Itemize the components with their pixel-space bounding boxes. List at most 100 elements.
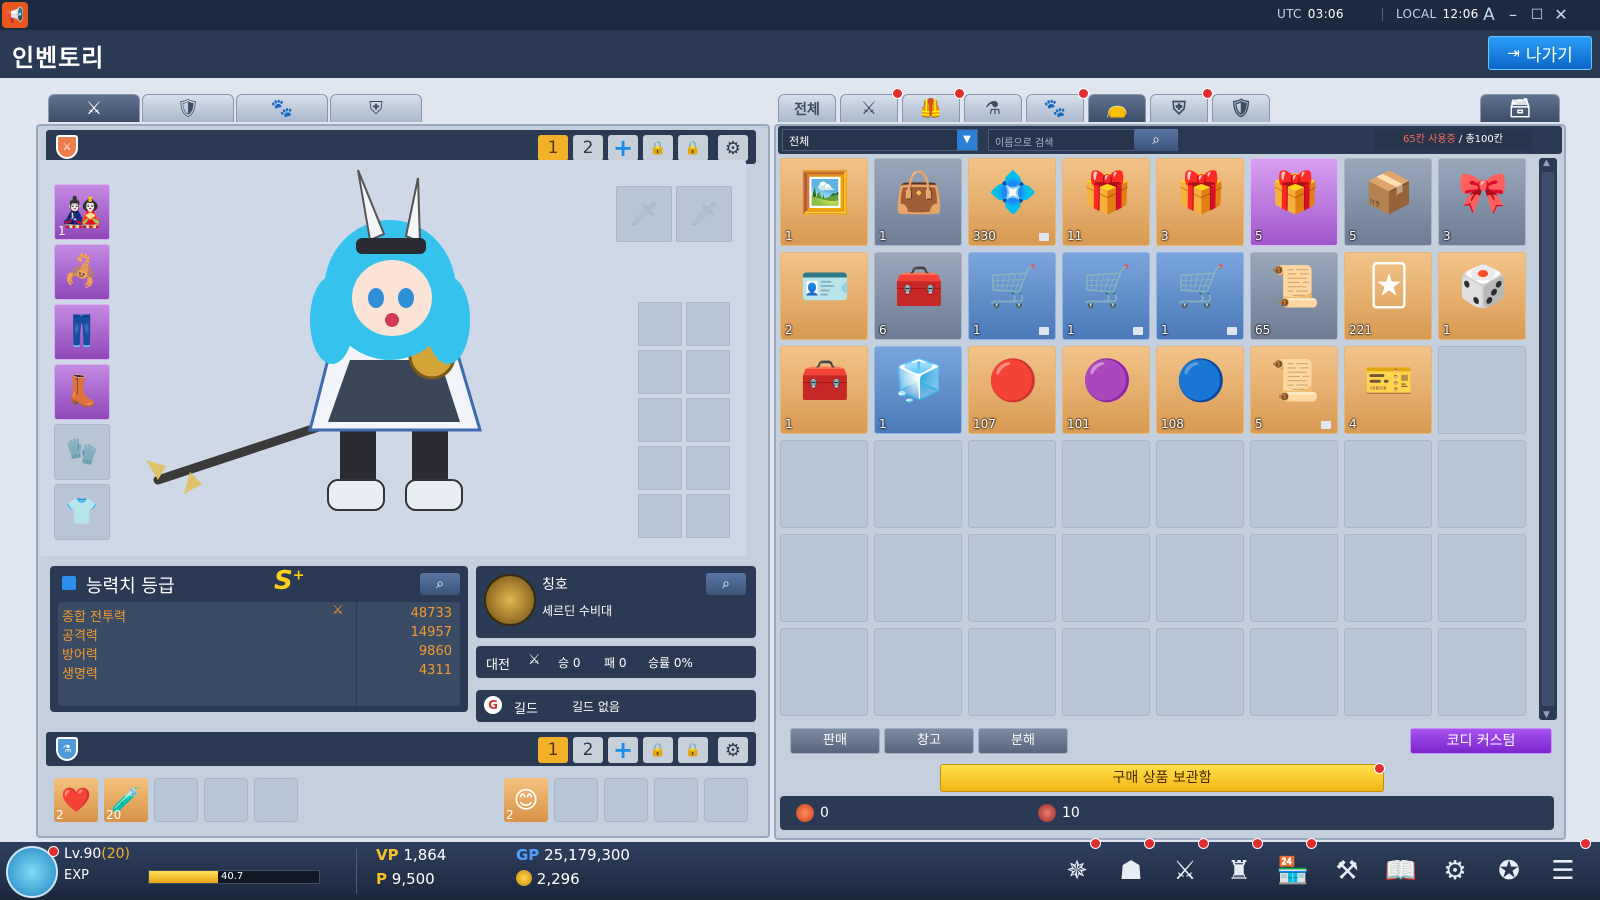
inventory-item[interactable]: 🎫 4: [1344, 346, 1432, 434]
empty-inventory-slot[interactable]: [1438, 440, 1526, 528]
equip-slot-shoes[interactable]: 👢: [54, 364, 110, 420]
scroll-up-icon[interactable]: ▲: [1543, 158, 1550, 168]
quest-book-icon[interactable]: 📖: [1378, 848, 1424, 894]
tab-inv-armor[interactable]: 🦺: [902, 94, 960, 122]
empty-inventory-slot[interactable]: [1156, 534, 1244, 622]
close-button[interactable]: ✕: [1550, 4, 1572, 26]
preset-1-button[interactable]: 1: [538, 135, 568, 161]
accessory-slot[interactable]: [686, 350, 730, 394]
equip-slot-gloves[interactable]: 🧤: [54, 424, 110, 480]
empty-inventory-slot[interactable]: [1344, 440, 1432, 528]
accessory-slot[interactable]: [638, 446, 682, 490]
maximize-button[interactable]: ☐: [1526, 4, 1548, 26]
character-icon[interactable]: ☗: [1108, 848, 1154, 894]
inventory-item[interactable]: 🔴 107: [968, 346, 1056, 434]
tab-inv-potion[interactable]: ⚗: [964, 94, 1022, 122]
inventory-item[interactable]: 🧰 1: [780, 346, 868, 434]
accessory-slot[interactable]: [638, 494, 682, 538]
weapon-slot[interactable]: 🗡: [616, 186, 672, 242]
inventory-item[interactable]: 🎁 11: [1062, 158, 1150, 246]
tab-inv-equipment[interactable]: ⚔: [840, 94, 898, 122]
inventory-item[interactable]: 🛒 1: [1062, 252, 1150, 340]
hammer-icon[interactable]: ⚒: [1324, 848, 1370, 894]
settings-gear-icon[interactable]: ⚙: [1432, 848, 1478, 894]
inventory-item[interactable]: 🎁 5: [1250, 158, 1338, 246]
tab-storage[interactable]: 🗃: [1480, 94, 1560, 122]
accessory-slot[interactable]: [638, 398, 682, 442]
tab-inv-pet-armor[interactable]: 🛡: [1212, 94, 1270, 122]
quickslot[interactable]: ❤️ 2: [54, 778, 98, 822]
emote-slot[interactable]: [604, 778, 648, 822]
quickslot[interactable]: 🧪 20: [104, 778, 148, 822]
locked-preset-button[interactable]: 🔒: [678, 737, 708, 763]
empty-inventory-slot[interactable]: [1438, 628, 1526, 716]
empty-inventory-slot[interactable]: [1156, 440, 1244, 528]
equip-slot-bottom[interactable]: 👖: [54, 304, 110, 360]
inventory-item[interactable]: 🧊 1: [874, 346, 962, 434]
empty-inventory-slot[interactable]: [1250, 628, 1338, 716]
locked-preset-button[interactable]: 🔒: [678, 135, 708, 161]
inventory-item[interactable]: 🎁 3: [1156, 158, 1244, 246]
inventory-item[interactable]: 🃏 221: [1344, 252, 1432, 340]
scroll-down-icon[interactable]: ▼: [1543, 710, 1550, 720]
skill-icon[interactable]: ⚔: [1162, 848, 1208, 894]
quickslot[interactable]: [254, 778, 298, 822]
accessory-slot[interactable]: [686, 398, 730, 442]
menu-icon[interactable]: ☰: [1540, 848, 1586, 894]
disassemble-button[interactable]: 분해: [978, 728, 1068, 754]
inventory-item[interactable]: 🖼️ 1: [780, 158, 868, 246]
exit-button[interactable]: ⇥ 나가기: [1488, 36, 1592, 70]
empty-inventory-slot[interactable]: [1156, 628, 1244, 716]
empty-inventory-slot[interactable]: [968, 534, 1056, 622]
tab-inv-pet[interactable]: 🐾: [1026, 94, 1084, 122]
quickslot[interactable]: [154, 778, 198, 822]
inventory-item[interactable]: 🔵 108: [1156, 346, 1244, 434]
empty-inventory-slot[interactable]: [874, 440, 962, 528]
inventory-item[interactable]: 📜 65: [1250, 252, 1338, 340]
inventory-item[interactable]: 🎲 1: [1438, 252, 1526, 340]
empty-inventory-slot[interactable]: [968, 440, 1056, 528]
purchase-storage-button[interactable]: 구매 상품 보관함: [940, 764, 1384, 792]
sell-button[interactable]: 판매: [790, 728, 880, 754]
accessory-slot[interactable]: [686, 494, 730, 538]
equip-slot-cape[interactable]: 👕: [54, 484, 110, 540]
preset-2-button[interactable]: 2: [573, 135, 603, 161]
shop-icon[interactable]: 🏪: [1270, 848, 1316, 894]
emote-slot[interactable]: [654, 778, 698, 822]
inventory-item[interactable]: 🛒 1: [968, 252, 1056, 340]
scroll-thumb[interactable]: [1542, 172, 1554, 706]
minimize-button[interactable]: –: [1502, 4, 1524, 26]
empty-inventory-slot[interactable]: [1250, 440, 1338, 528]
add-preset-button[interactable]: +: [608, 134, 638, 162]
inventory-item[interactable]: 💠 330: [968, 158, 1056, 246]
inventory-item[interactable]: 📦 5: [1344, 158, 1432, 246]
inventory-item[interactable]: 📜 5: [1250, 346, 1338, 434]
codi-custom-button[interactable]: 코디 커스텀: [1410, 728, 1552, 754]
inventory-item[interactable]: 🧰 6: [874, 252, 962, 340]
sub-weapon-slot[interactable]: 🗡: [676, 186, 732, 242]
empty-inventory-slot[interactable]: [1062, 628, 1150, 716]
empty-inventory-slot[interactable]: [1438, 534, 1526, 622]
tab-pet-armor[interactable]: 🛡: [142, 94, 234, 122]
locked-preset-button[interactable]: 🔒: [643, 737, 673, 763]
storage-button[interactable]: 창고: [884, 728, 974, 754]
quickslot[interactable]: [204, 778, 248, 822]
quickslot-preset-1-button[interactable]: 1: [538, 737, 568, 763]
inventory-item[interactable]: 🛒 1: [1156, 252, 1244, 340]
compass-icon[interactable]: ✵: [1054, 848, 1100, 894]
inventory-item[interactable]: 🎀 3: [1438, 158, 1526, 246]
inventory-item[interactable]: 🪪 2: [780, 252, 868, 340]
equip-slot-top[interactable]: 🦂: [54, 244, 110, 300]
emote-slot[interactable]: [704, 778, 748, 822]
quickslot-preset-2-button[interactable]: 2: [573, 737, 603, 763]
accessory-slot[interactable]: [686, 446, 730, 490]
empty-inventory-slot[interactable]: [1062, 440, 1150, 528]
tab-inv-bag[interactable]: 👝: [1088, 94, 1146, 122]
locked-preset-button[interactable]: 🔒: [643, 135, 673, 161]
empty-inventory-slot[interactable]: [874, 534, 962, 622]
add-quickslot-preset-button[interactable]: +: [608, 736, 638, 764]
empty-inventory-slot[interactable]: [1344, 534, 1432, 622]
tab-shield[interactable]: ⛨: [330, 94, 422, 122]
category-select[interactable]: 전체 ▼: [782, 129, 978, 151]
quickslot-settings-button[interactable]: ⚙: [718, 737, 748, 763]
